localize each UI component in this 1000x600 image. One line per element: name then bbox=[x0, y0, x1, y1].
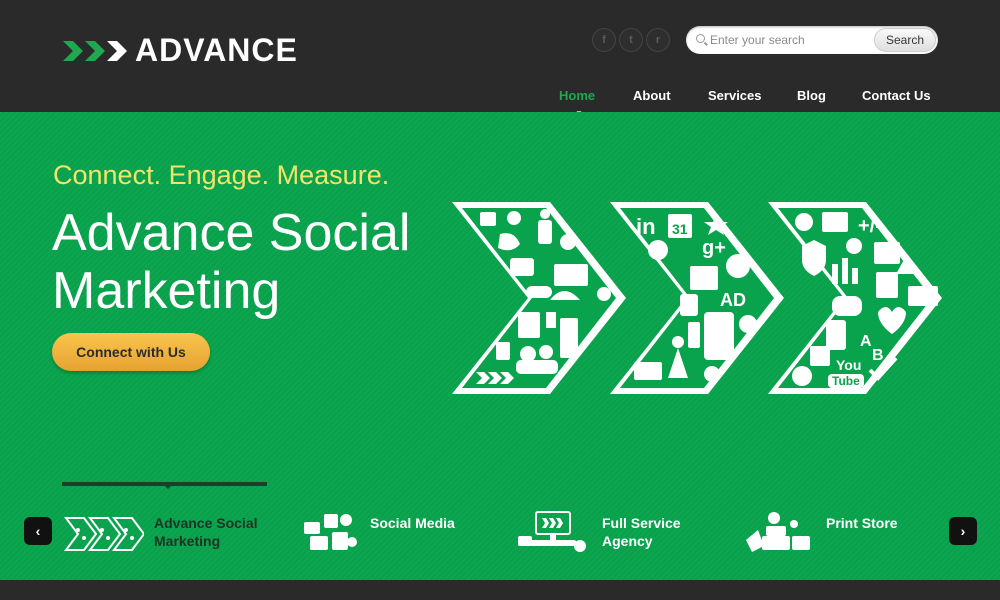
service-selector-caret bbox=[163, 484, 173, 489]
connect-with-us-button[interactable]: Connect with Us bbox=[52, 333, 210, 371]
hero-banner: Connect. Engage. Measure. Advance Social… bbox=[0, 112, 1000, 580]
main-nav: Home About Services Blog Contact Us bbox=[0, 88, 1000, 112]
svg-text:31: 31 bbox=[672, 221, 688, 237]
service-item-advance-social-marketing[interactable]: Advance Social Marketing bbox=[64, 510, 264, 554]
service-label: Social Media bbox=[370, 515, 455, 531]
computer-agency-icon bbox=[518, 511, 586, 552]
nav-item-services[interactable]: Services bbox=[708, 88, 762, 103]
svg-text:AD: AD bbox=[720, 290, 746, 310]
social-arrows-icon bbox=[64, 517, 144, 551]
carousel-prev-button[interactable]: ‹ bbox=[24, 517, 52, 545]
service-label: Full Service Agency bbox=[602, 515, 681, 549]
header: ADVANCE f t r Search Home About Services… bbox=[0, 0, 1000, 112]
twitter-icon[interactable]: t bbox=[619, 28, 643, 52]
search-input[interactable] bbox=[710, 30, 860, 50]
hero-tagline: Connect. Engage. Measure. bbox=[53, 160, 390, 190]
logo[interactable]: ADVANCE bbox=[63, 32, 298, 69]
service-item-full-service-agency[interactable]: Full Service Agency bbox=[516, 510, 702, 554]
svg-text:g+: g+ bbox=[702, 237, 726, 259]
service-item-social-media[interactable]: Social Media bbox=[300, 510, 480, 554]
search-box: Search bbox=[686, 26, 938, 54]
footer-bar bbox=[0, 580, 1000, 600]
svg-text:You: You bbox=[836, 357, 861, 373]
service-item-print-store[interactable]: Print Store bbox=[744, 510, 926, 554]
social-arrows-graphic: in 31 g+ AD +/- A B You Tube bbox=[452, 202, 942, 394]
search-icon bbox=[696, 34, 705, 43]
svg-text:B: B bbox=[872, 347, 884, 364]
chevron-icons-1 bbox=[452, 202, 626, 394]
rss-icon[interactable]: r bbox=[646, 28, 670, 52]
nav-item-blog[interactable]: Blog bbox=[797, 88, 826, 103]
social-links: f t r bbox=[592, 28, 670, 52]
logo-text: ADVANCE bbox=[135, 32, 298, 68]
hero-headline: Advance Social Marketing bbox=[52, 204, 411, 320]
svg-text:Tube: Tube bbox=[832, 374, 860, 388]
nav-item-about[interactable]: About bbox=[633, 88, 671, 103]
service-label: Print Store bbox=[826, 515, 898, 531]
facebook-icon[interactable]: f bbox=[592, 28, 616, 52]
chevron-icons-2: in 31 g+ AD bbox=[610, 202, 784, 394]
logo-arrows-icon bbox=[63, 40, 127, 61]
svg-text:+/-: +/- bbox=[858, 215, 882, 237]
nav-item-contact-us[interactable]: Contact Us bbox=[862, 88, 931, 103]
nav-item-home[interactable]: Home bbox=[559, 88, 595, 103]
print-store-icon bbox=[746, 512, 810, 552]
svg-text:in: in bbox=[636, 214, 656, 239]
svg-text:A: A bbox=[860, 333, 872, 350]
carousel-next-button[interactable]: › bbox=[949, 517, 977, 545]
social-media-icon bbox=[304, 514, 357, 550]
chevron-icons-3: +/- A B You Tube bbox=[768, 202, 942, 394]
service-label: Advance Social Marketing bbox=[154, 515, 258, 549]
search-button[interactable]: Search bbox=[874, 28, 936, 52]
